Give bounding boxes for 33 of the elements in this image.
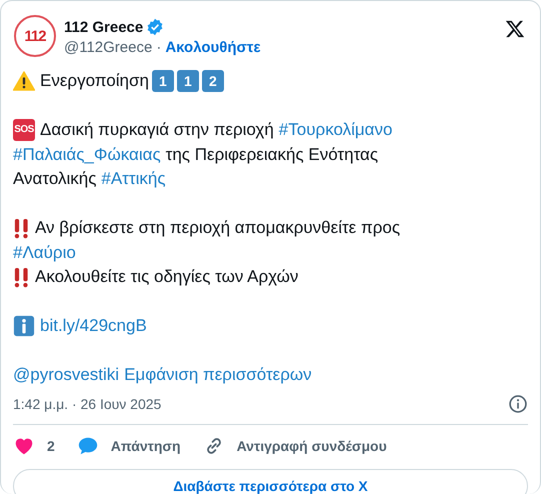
like-button[interactable]: 2	[13, 430, 55, 460]
info-circle-icon	[508, 394, 528, 414]
tweet-text: Ανατολικής	[13, 168, 96, 190]
keycap-emoji: 1	[176, 70, 199, 92]
follow-link[interactable]: Ακολουθήστε	[165, 39, 261, 56]
logo-text: 112	[24, 28, 46, 44]
read-more-button[interactable]: Διαβάστε περισσότερα στο X	[13, 468, 528, 494]
info-icon	[13, 315, 35, 338]
tweet-text: Ακολουθείτε τις οδηγίες των Αρχών	[35, 266, 298, 288]
account-handle: @112Greece	[64, 39, 152, 56]
tweet-link[interactable]: #Αττικής	[101, 167, 166, 192]
tweet-link[interactable]: @pyrosvestiki	[13, 363, 120, 388]
double-exclamation-icon	[13, 266, 30, 288]
keycap-emoji: 1	[152, 70, 174, 92]
keycap-emoji: 2	[202, 70, 224, 92]
reply-button[interactable]: Απάντηση	[76, 430, 181, 460]
tweet-link[interactable]: bit.ly/429cngB	[40, 314, 147, 338]
tweet-link[interactable]: Εμφάνιση περισσότερων	[124, 363, 312, 388]
tweet-link[interactable]: #Λαύριο	[13, 240, 76, 265]
copy-link-button[interactable]: Αντιγραφή συνδέσμου	[202, 430, 387, 460]
double-exclamation-icon	[13, 218, 30, 239]
tweet-text: της Περιφερειακής Ενότητας	[166, 144, 378, 166]
x-logo-icon	[504, 19, 526, 39]
tweet-text: Αν βρίσκεστε στη περιοχή απομακρυνθείτε προς	[35, 217, 400, 239]
tweet-text: Ενεργοποίηση	[40, 70, 149, 92]
account-name: 112 Greece	[64, 18, 144, 36]
separator-dot: ·	[156, 39, 162, 56]
tweet-link[interactable]: #Τουρκολίμανο	[278, 118, 392, 142]
timestamp: 1:42 μ.μ. · 26 Ιουν 2025	[13, 396, 162, 412]
warning-icon	[13, 71, 35, 92]
sos-emoji: SOS	[13, 119, 35, 142]
tweet-text: Δασική πυρκαγιά στην περιοχή	[40, 119, 274, 141]
tweet-link[interactable]: #Παλαιάς_Φώκαιας	[13, 142, 161, 167]
